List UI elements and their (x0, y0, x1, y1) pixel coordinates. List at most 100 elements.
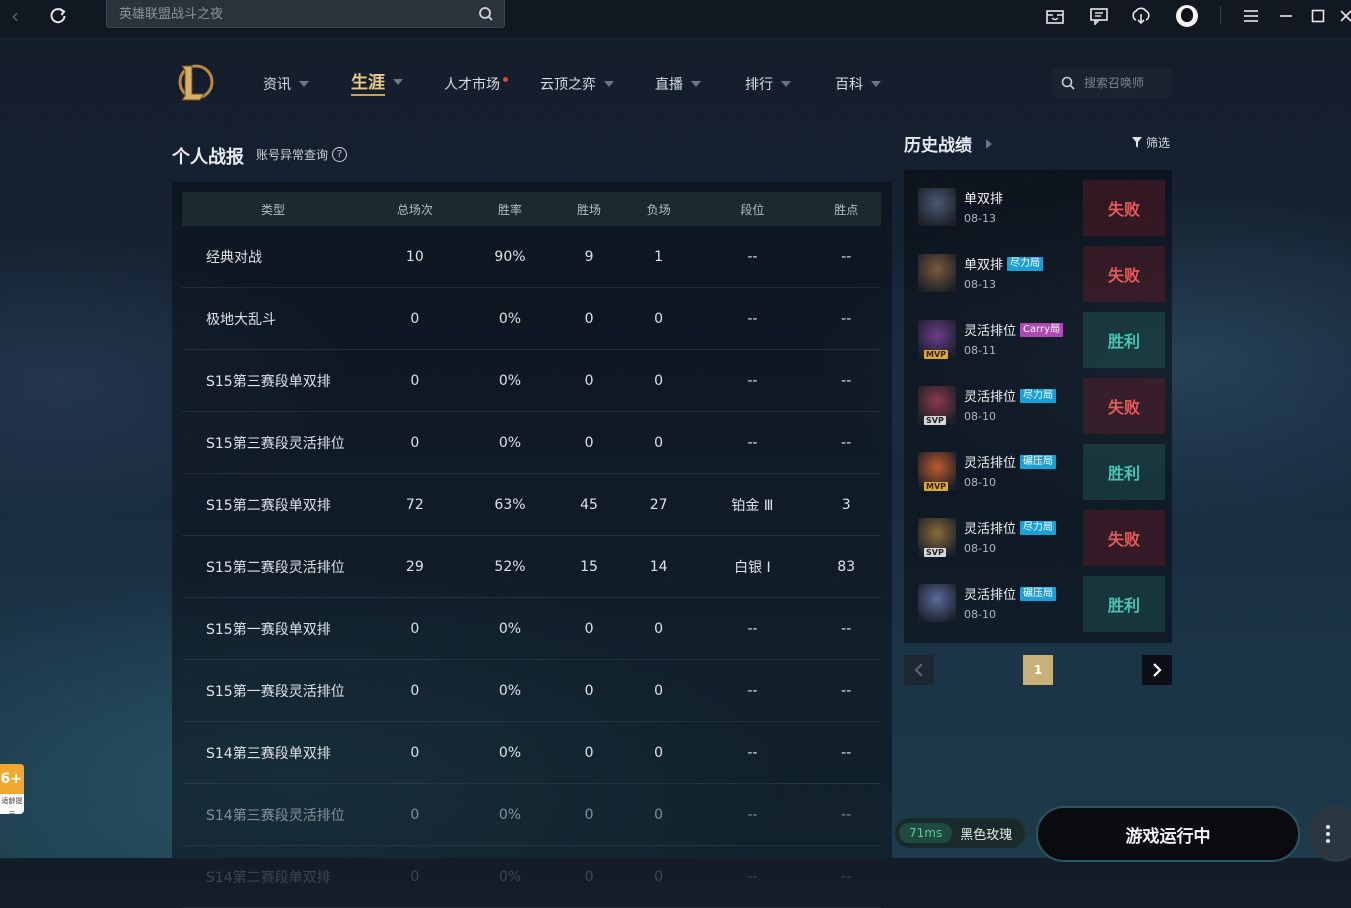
server-status[interactable]: 71ms 黑色玫瑰 (895, 818, 1025, 848)
table-row[interactable]: S14第三赛段灵活排位 0 0% 0 0 -- -- (182, 783, 881, 846)
match-item[interactable]: MVP 灵活排位 Carry局 08-11 胜利 (912, 312, 1165, 368)
match-history-title[interactable]: 历史战绩 (904, 131, 992, 156)
lol-logo-icon[interactable] (174, 60, 214, 104)
account-anomaly-label: 账号异常查询 (256, 148, 329, 162)
table-cell: 0% (465, 287, 555, 350)
table-cell: 0% (465, 783, 555, 846)
nav-item-talent-market[interactable]: 人才市场 (444, 72, 508, 96)
column-header: 胜率 (465, 192, 555, 226)
pager-page-current[interactable]: 1 (1023, 655, 1053, 685)
match-item[interactable]: MVP 灵活排位 碾压局 08-10 胜利 (912, 444, 1165, 500)
top-search-input[interactable] (117, 3, 461, 25)
table-cell: 0% (465, 411, 555, 474)
table-cell: 0 (554, 783, 624, 846)
page-title: 个人战报 (172, 147, 244, 168)
table-cell: 0 (623, 783, 694, 846)
match-history-label: 历史战绩 (904, 136, 972, 156)
nav-item-wiki[interactable]: 百科 (835, 72, 881, 96)
match-mode: 灵活排位 尽力局 (964, 386, 1057, 405)
match-mode: 灵活排位 碾压局 (964, 452, 1057, 471)
table-cell: -- (693, 411, 812, 474)
performance-badge: SVP (924, 548, 946, 557)
age-rating-text: 适龄提示 (1, 797, 23, 814)
summoner-search-input[interactable] (1082, 75, 1176, 91)
nav-item-live[interactable]: 直播 (655, 72, 701, 96)
back-icon[interactable]: ‹ (2, 3, 28, 29)
match-item[interactable]: SVP 灵活排位 尽力局 08-10 失败 (912, 510, 1165, 566)
table-row[interactable]: S14第三赛段单双排 0 0% 0 0 -- -- (182, 721, 881, 784)
match-item[interactable]: 单双排 尽力局 08-13 失败 (912, 246, 1165, 302)
table-cell: -- (693, 659, 812, 722)
avatar[interactable] (1174, 3, 1200, 29)
table-row[interactable]: S15第三赛段灵活排位 0 0% 0 0 -- -- (182, 411, 881, 474)
nav-item-news[interactable]: 资讯 (263, 72, 309, 96)
table-cell: 0 (364, 411, 466, 474)
match-date: 08-10 (964, 608, 996, 621)
table-row[interactable]: 经典对战 10 90% 9 1 -- -- (182, 226, 881, 288)
divider (1220, 6, 1221, 24)
table-row[interactable]: S15第一赛段灵活排位 0 0% 0 0 -- -- (182, 659, 881, 722)
refresh-icon[interactable] (45, 3, 71, 29)
nav-item-career[interactable]: 生涯 (351, 70, 403, 96)
top-search-box[interactable] (106, 0, 505, 28)
minimize-icon[interactable] (1273, 3, 1299, 29)
table-row[interactable]: S15第一赛段单双排 0 0% 0 0 -- -- (182, 597, 881, 660)
search-icon[interactable] (1060, 75, 1076, 91)
table-row[interactable]: S15第二赛段单双排 72 63% 45 27 铂金 Ⅲ3 (182, 473, 881, 536)
nav-label: 直播 (655, 77, 683, 93)
table-cell: 0 (364, 287, 466, 350)
match-tag: 碾压局 (1020, 454, 1057, 469)
table-cell: -- (811, 845, 881, 908)
nav-item-tft[interactable]: 云顶之弈 (540, 72, 614, 96)
column-header: 胜场 (554, 192, 624, 226)
table-row[interactable]: S15第三赛段单双排 0 0% 0 0 -- -- (182, 349, 881, 412)
menu-icon[interactable] (1238, 3, 1264, 29)
pager-prev-button[interactable] (904, 655, 934, 685)
download-icon[interactable] (1128, 3, 1154, 29)
table-row[interactable]: S15第二赛段灵活排位 29 52% 15 14 白银 Ⅰ 83 (182, 535, 881, 598)
message-icon[interactable] (1086, 3, 1112, 29)
age-rating-badge[interactable]: 16+ 适龄提示 (0, 764, 24, 814)
match-result: 失败 (1083, 378, 1165, 434)
table-cell: S15第三赛段单双排 (182, 349, 364, 412)
table-cell: 0% (465, 845, 555, 908)
table-cell: -- (811, 287, 881, 350)
close-icon[interactable] (1333, 3, 1351, 29)
table-cell: -- (693, 597, 812, 660)
table-cell: S15第二赛段单双排 (182, 473, 364, 536)
match-mode: 单双排 尽力局 (964, 254, 1044, 273)
match-date: 08-13 (964, 212, 996, 225)
table-cell: 0 (623, 597, 694, 660)
table-row[interactable]: 极地大乱斗 0 0% 0 0 -- -- (182, 287, 881, 350)
table-cell: S15第一赛段单双排 (182, 597, 364, 660)
chevron-down-icon (691, 81, 701, 87)
pager-next-button[interactable] (1142, 655, 1172, 685)
table-cell: S14第二赛段单双排 (182, 845, 364, 908)
match-item[interactable]: SVP 灵活排位 尽力局 08-10 失败 (912, 378, 1165, 434)
table-cell: 14 (623, 535, 694, 598)
gift-icon[interactable] (1042, 3, 1068, 29)
game-running-button[interactable]: 游戏运行中 (1036, 806, 1300, 862)
maximize-icon[interactable] (1305, 3, 1331, 29)
filter-icon (1132, 137, 1142, 148)
table-row[interactable]: S14第二赛段单双排 0 0% 0 0 -- -- (182, 845, 881, 908)
table-cell: 0 (623, 845, 694, 908)
nav-item-ranking[interactable]: 排行 (745, 72, 791, 96)
more-options-button[interactable] (1310, 806, 1351, 862)
server-name: 黑色玫瑰 (960, 827, 1013, 843)
filter-button[interactable]: 筛选 (1132, 134, 1170, 151)
table-cell: S15第三赛段灵活排位 (182, 411, 364, 474)
match-item[interactable]: 灵活排位 碾压局 08-10 胜利 (912, 576, 1165, 632)
table-cell: S14第三赛段单双排 (182, 721, 364, 784)
match-item[interactable]: 单双排 08-13 失败 (912, 180, 1165, 236)
help-icon[interactable]: ? (332, 147, 348, 162)
table-cell: 0 (623, 659, 694, 722)
match-mode-label: 灵活排位 (964, 522, 1017, 537)
summoner-search-box[interactable] (1052, 68, 1176, 98)
table-cell: -- (811, 411, 881, 474)
stats-table-body: 经典对战 10 90% 9 1 -- -- 极地大乱斗 0 0% 0 0 -- -- S15第三赛段单双排 0… (182, 226, 881, 908)
account-anomaly-link[interactable]: 账号异常查询 ? (256, 146, 348, 163)
column-header: 总场次 (364, 192, 466, 226)
table-cell: 1 (623, 226, 694, 288)
search-icon[interactable] (476, 4, 496, 24)
